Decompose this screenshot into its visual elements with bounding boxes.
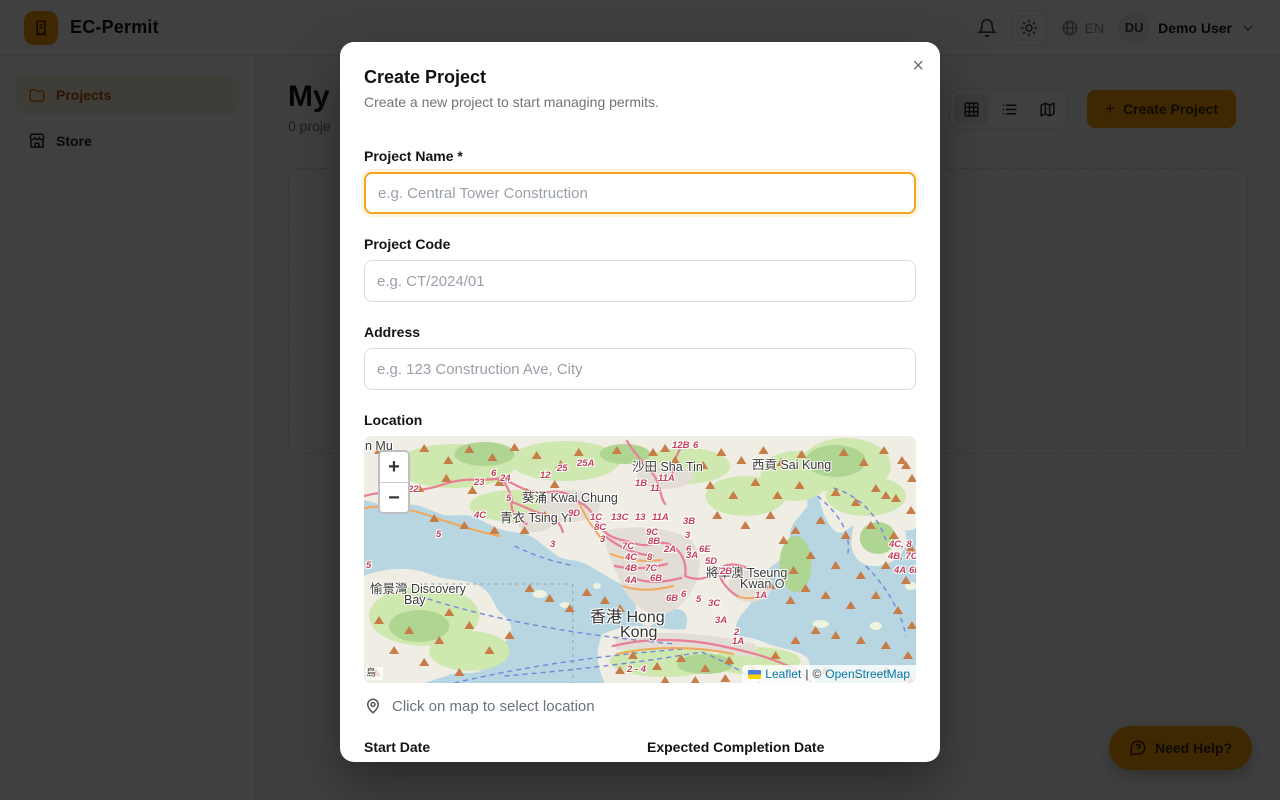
map-zoom-control: + − bbox=[378, 450, 410, 514]
location-map[interactable]: n Mu沙田 Sha Tin西貢 Sai Kung葵涌 Kwai Chung青衣… bbox=[364, 436, 916, 683]
create-project-dialog: × Create Project Create a new project to… bbox=[340, 42, 940, 762]
address-label: Address bbox=[364, 324, 916, 340]
openstreetmap-link[interactable]: OpenStreetMap bbox=[825, 667, 910, 681]
dialog-title: Create Project bbox=[364, 66, 916, 88]
address-input[interactable] bbox=[364, 348, 916, 390]
dialog-subtitle: Create a new project to start managing p… bbox=[364, 94, 916, 110]
zoom-in-button[interactable]: + bbox=[380, 452, 408, 482]
map-attribution: Leaflet | © OpenStreetMap bbox=[742, 665, 916, 683]
map-hint-text: Click on map to select location bbox=[392, 698, 595, 715]
map-corner-label: 島區 bbox=[366, 667, 383, 680]
ukraine-flag-icon bbox=[748, 670, 761, 679]
project-name-input[interactable] bbox=[364, 172, 916, 214]
project-name-label: Project Name * bbox=[364, 148, 916, 164]
location-label: Location bbox=[364, 412, 916, 428]
project-code-label: Project Code bbox=[364, 236, 916, 252]
completion-date-label: Expected Completion Date bbox=[647, 739, 824, 755]
map-canvas bbox=[364, 436, 916, 683]
map-pin-icon bbox=[364, 697, 382, 715]
close-icon[interactable]: × bbox=[912, 56, 924, 76]
start-date-label: Start Date bbox=[364, 739, 647, 755]
zoom-out-button[interactable]: − bbox=[380, 482, 408, 512]
project-code-input[interactable] bbox=[364, 260, 916, 302]
leaflet-link[interactable]: Leaflet bbox=[765, 667, 801, 681]
